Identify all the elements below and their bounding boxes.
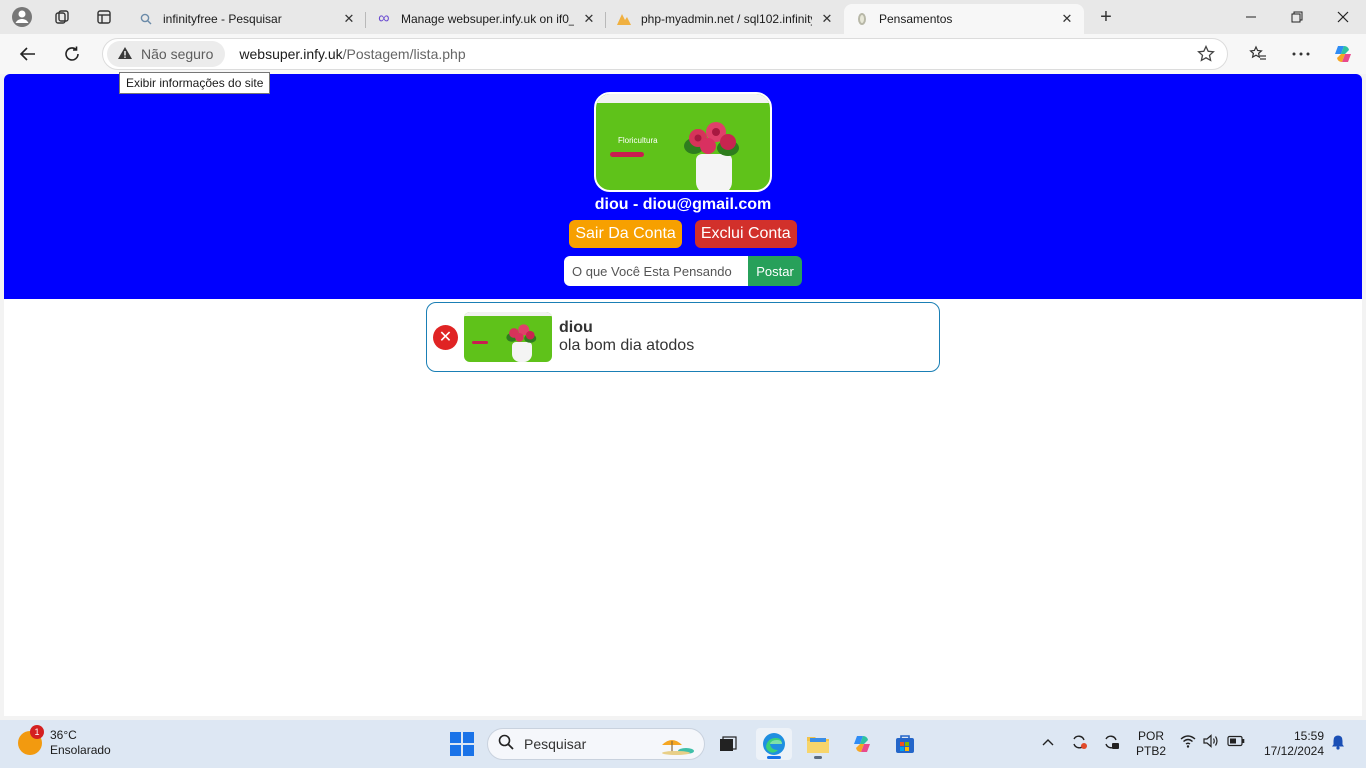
- tab-title: Pensamentos: [879, 12, 953, 26]
- edge-browser-icon[interactable]: [756, 728, 792, 760]
- tab-pensamentos[interactable]: Pensamentos ✕: [844, 4, 1084, 34]
- volume-icon[interactable]: [1203, 734, 1219, 751]
- delete-post-icon[interactable]: ✕: [433, 324, 458, 350]
- store-icon[interactable]: [887, 728, 923, 760]
- tab-manage-websuper[interactable]: ∞ Manage websuper.infy.uk on if0_3 ✕: [366, 4, 606, 34]
- phpmyadmin-icon: [616, 11, 632, 27]
- post-form: O que Você Esta Pensando Postar: [564, 256, 802, 286]
- lang-top: POR: [1138, 729, 1165, 743]
- clock-date: 17/12/2024: [1263, 744, 1324, 758]
- start-button[interactable]: [450, 732, 474, 756]
- close-tab-icon[interactable]: ✕: [818, 10, 836, 28]
- site-info-tooltip: Exibir informações do site: [119, 72, 271, 94]
- notification-badge: 1: [30, 725, 44, 739]
- favorite-star-icon[interactable]: [1197, 44, 1215, 68]
- tab-infinityfree-search[interactable]: infinityfree - Pesquisar ✕: [128, 4, 366, 34]
- sync-icon[interactable]: [1070, 733, 1088, 754]
- navigation-bar: Não seguro websuper.infy.uk/Postagem/lis…: [0, 34, 1366, 74]
- infinity-icon: ∞: [378, 10, 390, 27]
- start-tile: [450, 745, 461, 756]
- running-indicator: [814, 756, 822, 759]
- weather-widget[interactable]: 1 36°C Ensolarado: [18, 725, 111, 758]
- tab-title: Manage websuper.infy.uk on if0_3: [401, 12, 574, 26]
- weather-text: 36°C Ensolarado: [50, 728, 111, 758]
- close-window-button[interactable]: [1320, 0, 1366, 34]
- battery-icon[interactable]: [1227, 734, 1245, 750]
- delete-account-button[interactable]: Exclui Conta: [694, 220, 797, 248]
- tab-phpmyadmin[interactable]: php-myadmin.net / sql102.infinity ✕: [606, 4, 844, 34]
- search-icon: [138, 11, 154, 27]
- tab-title: php-myadmin.net / sql102.infinity: [641, 12, 812, 26]
- search-placeholder: Pesquisar: [524, 736, 587, 752]
- taskbar: 1 36°C Ensolarado Pesquisar POR PTB2 15:…: [0, 720, 1366, 768]
- start-tile: [450, 732, 461, 743]
- wifi-icon[interactable]: [1180, 734, 1196, 751]
- logout-button[interactable]: Sair Da Conta: [569, 220, 682, 248]
- active-indicator: [767, 756, 781, 759]
- start-tile: [463, 732, 474, 743]
- weather-desc: Ensolarado: [50, 743, 111, 757]
- site-logo-image: Floricultura: [594, 92, 772, 192]
- warning-icon: [117, 46, 133, 63]
- language-indicator[interactable]: POR PTB2: [1136, 729, 1166, 759]
- lang-bottom: PTB2: [1136, 744, 1167, 758]
- site-info-button[interactable]: Não seguro: [107, 41, 226, 67]
- close-tab-icon[interactable]: ✕: [1058, 10, 1076, 28]
- page-viewport: Floricultura diou - diou@gmail.com Sair …: [4, 74, 1362, 716]
- post-card: ✕ diou ola bom dia atodos: [426, 302, 940, 372]
- more-menu-icon[interactable]: [1283, 38, 1319, 70]
- tab-title: infinityfree - Pesquisar: [163, 12, 282, 26]
- notification-bell-icon[interactable]: [1330, 734, 1346, 754]
- url-text[interactable]: websuper.infy.uk/Postagem/lista.php: [239, 46, 465, 62]
- copilot-icon[interactable]: [1325, 38, 1361, 70]
- close-tab-icon[interactable]: ✕: [340, 10, 358, 28]
- tab-strip: infinityfree - Pesquisar ✕ ∞ Manage webs…: [0, 0, 1366, 34]
- taskbar-search[interactable]: Pesquisar: [487, 728, 705, 760]
- post-author: diou: [559, 319, 593, 336]
- security-label: Não seguro: [141, 46, 214, 62]
- chevron-up-icon[interactable]: [1041, 734, 1055, 750]
- address-bar[interactable]: Não seguro websuper.infy.uk/Postagem/lis…: [102, 38, 1228, 70]
- url-path: /Postagem/lista.php: [342, 46, 466, 62]
- logo-topbar: [596, 94, 770, 103]
- sun-icon: 1: [18, 725, 44, 755]
- logo-brand-text: Floricultura: [618, 136, 658, 145]
- file-explorer-icon[interactable]: [800, 728, 836, 760]
- profile-icon[interactable]: [6, 3, 38, 31]
- workspaces-icon[interactable]: [46, 3, 78, 31]
- page-icon: [854, 11, 870, 27]
- search-icon: [498, 734, 514, 755]
- system-clock[interactable]: 15:59 17/12/2024: [1258, 729, 1324, 759]
- post-button[interactable]: Postar: [748, 256, 802, 286]
- favorites-icon[interactable]: [1240, 38, 1276, 70]
- weather-temp: 36°C: [50, 728, 77, 742]
- user-name-email: diou - diou@gmail.com: [594, 196, 772, 213]
- network-status-icon[interactable]: [1102, 733, 1120, 754]
- account-actions: Sair Da Conta Exclui Conta: [569, 220, 797, 248]
- post-thumbnail: [464, 312, 552, 362]
- post-text: diou ola bom dia atodos: [559, 319, 694, 355]
- logo-pill: [610, 152, 644, 157]
- task-view-icon[interactable]: [710, 728, 746, 760]
- tab-actions-icon[interactable]: [88, 3, 120, 31]
- beach-umbrella-icon: [662, 740, 694, 755]
- post-message: ola bom dia atodos: [559, 337, 695, 354]
- roses-icon: [684, 122, 739, 156]
- start-tile: [463, 745, 474, 756]
- refresh-button[interactable]: [54, 38, 90, 70]
- new-tab-button[interactable]: +: [1090, 3, 1122, 31]
- minimize-button[interactable]: [1228, 0, 1274, 34]
- copilot-app-icon[interactable]: [844, 728, 880, 760]
- thought-input[interactable]: O que Você Esta Pensando: [564, 256, 748, 286]
- clock-time: 15:59: [1293, 729, 1324, 743]
- restore-button[interactable]: [1274, 0, 1320, 34]
- thumb-topbar: [464, 312, 552, 316]
- close-tab-icon[interactable]: ✕: [580, 10, 598, 28]
- thumb-pill: [472, 341, 488, 344]
- page-header: Floricultura diou - diou@gmail.com Sair …: [4, 74, 1362, 299]
- back-button[interactable]: [10, 38, 46, 70]
- url-host: websuper.infy.uk: [239, 46, 343, 62]
- roses-icon: [506, 324, 537, 343]
